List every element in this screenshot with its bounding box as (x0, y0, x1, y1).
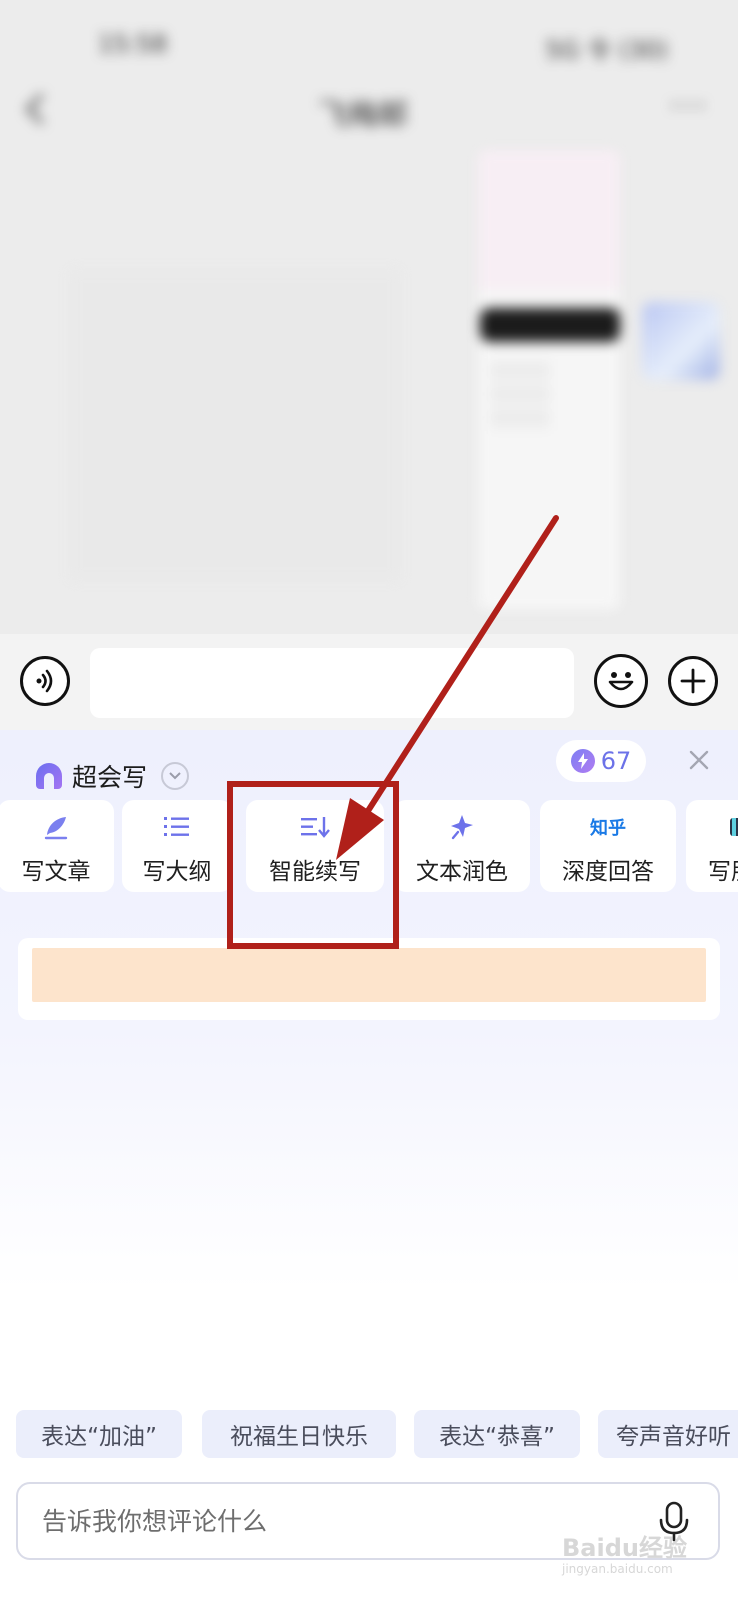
tool-label: 文本润色 (416, 859, 508, 885)
zhihu-icon: 知乎 (590, 818, 626, 839)
tool-deep-answer[interactable]: 知乎 深度回答 (540, 800, 676, 892)
tool-text-polish[interactable]: 文本润色 (394, 800, 530, 892)
tool-write-card[interactable]: 写朋 (686, 800, 738, 892)
prompt-input[interactable] (42, 1484, 642, 1558)
tool-label: 写大纲 (142, 859, 212, 885)
quill-icon (0, 812, 114, 842)
tool-write-outline[interactable]: 写大纲 (122, 800, 232, 892)
status-icons: 5G 令 (30) (545, 36, 668, 64)
sparkle-icon (394, 812, 530, 842)
chat-title: 飞梅邮 (318, 98, 408, 133)
card-icon (686, 812, 738, 842)
assistant-name: 超会写 (72, 763, 148, 792)
message-text-lines (490, 360, 550, 430)
list-icon (122, 812, 232, 842)
assistant-switcher[interactable]: 超会写 (36, 758, 190, 794)
watermark-logo: Baidu经验 (562, 1534, 687, 1562)
continue-writing-icon (246, 812, 384, 842)
credits-badge[interactable]: 67 (556, 740, 646, 782)
tool-write-article[interactable]: 写文章 (0, 800, 114, 892)
suggestion-chips: 表达“加油” 祝福生日快乐 表达“恭喜” 夸声音好听 (0, 1410, 738, 1460)
close-icon[interactable] (688, 744, 710, 779)
message-bubble (480, 308, 620, 342)
message-area (70, 270, 400, 580)
result-card[interactable] (18, 938, 720, 1020)
more-icon[interactable]: ··· (670, 86, 708, 126)
tool-label: 写文章 (21, 859, 91, 885)
highlighted-text-block (32, 948, 706, 1002)
back-arrow-icon[interactable] (25, 93, 57, 125)
message-input[interactable] (90, 648, 574, 718)
status-time: 15:58 (98, 30, 168, 58)
message-input-bar (0, 634, 738, 730)
tool-label: 智能续写 (269, 859, 361, 885)
emoji-icon[interactable] (594, 654, 648, 708)
watermark-url: jingyan.baidu.com (562, 1562, 673, 1576)
assistant-logo-icon (36, 763, 62, 789)
suggestion-chip[interactable]: 夸声音好听 (598, 1410, 738, 1458)
suggestion-chip[interactable]: 表达“加油” (16, 1410, 182, 1458)
tool-row: 写文章 写大纲 智能续写 文本润色 知乎 深度回答 写 (0, 800, 738, 892)
blurred-layer: 15:58 5G 令 (30) 飞梅邮 ··· (0, 0, 738, 634)
tool-label: 深度回答 (562, 859, 654, 885)
lightning-icon (570, 749, 595, 773)
credits-count: 67 (600, 747, 632, 775)
plus-icon[interactable] (668, 656, 718, 706)
suggestion-chip[interactable]: 祝福生日快乐 (202, 1410, 396, 1458)
avatar (642, 302, 720, 380)
writing-assistant-panel: 超会写 67 写文章 写大纲 智能续写 文本润色 知乎 深度回答 写 表达“加油… (0, 730, 738, 1600)
chat-background: 15:58 5G 令 (30) 飞梅邮 ··· (0, 0, 738, 634)
voice-icon[interactable] (20, 656, 70, 706)
suggestion-chip[interactable]: 表达“恭喜” (414, 1410, 580, 1458)
tool-label: 写朋 (708, 859, 738, 885)
tool-smart-continue[interactable]: 智能续写 (246, 800, 384, 892)
chevron-down-icon[interactable] (161, 762, 190, 790)
